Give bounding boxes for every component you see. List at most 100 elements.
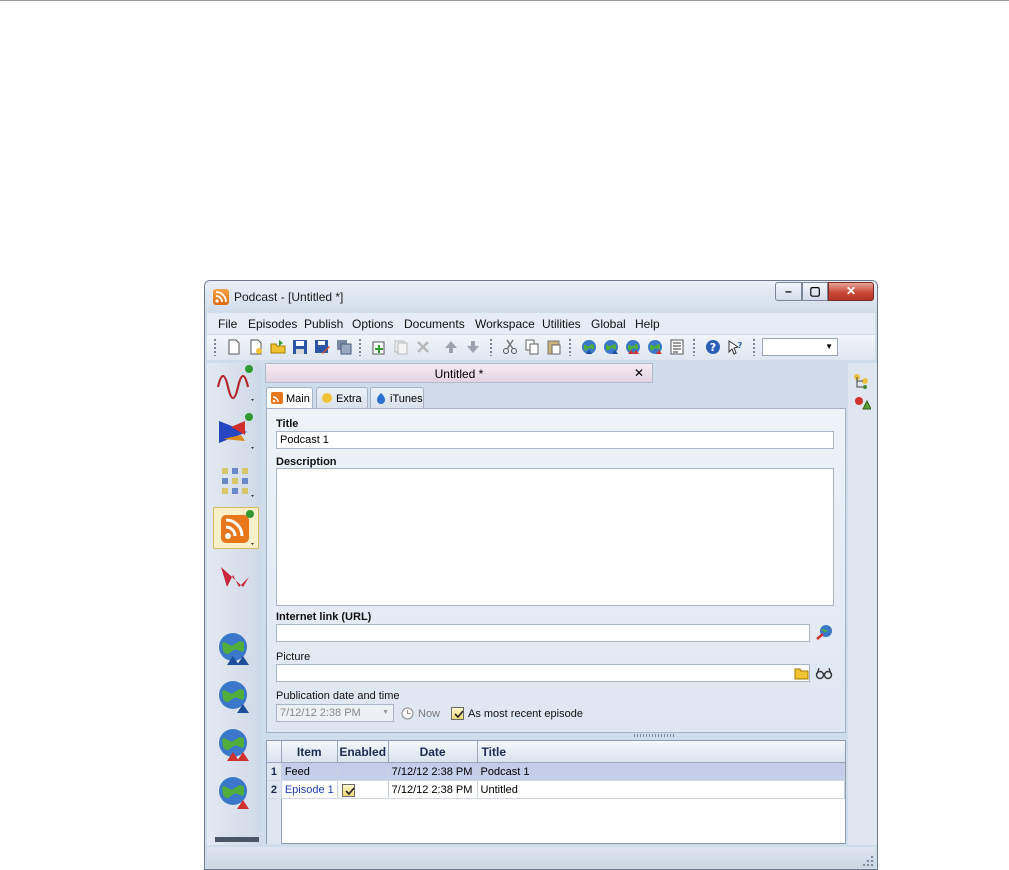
now-label[interactable]: Now xyxy=(418,708,440,720)
publish-feed-side-button[interactable] xyxy=(213,675,259,717)
table-row[interactable]: 2 Episode 1 7/12/12 2:38 PM Untitled xyxy=(267,780,846,799)
properties-button[interactable] xyxy=(669,339,685,355)
publish-all-button[interactable] xyxy=(581,339,597,355)
view-picture-button[interactable] xyxy=(815,666,833,680)
sidebar-scroll-indicator[interactable] xyxy=(215,837,259,842)
enabled-checkbox[interactable] xyxy=(341,783,355,797)
toolbar-grip[interactable] xyxy=(359,339,361,356)
add-episode-button[interactable] xyxy=(371,339,387,355)
toolbar-grip[interactable] xyxy=(753,339,755,356)
copy-button[interactable] xyxy=(524,339,540,355)
delete-button[interactable] xyxy=(415,339,431,355)
title-bar[interactable]: Podcast - [Untitled *] – ▢ ✕ xyxy=(205,281,877,311)
tab-itunes-label: iTunes xyxy=(390,393,423,405)
publish-selected-side-button[interactable] xyxy=(213,771,259,813)
pubdate-value: 7/12/12 2:38 PM xyxy=(280,707,361,719)
tree-nodes-icon xyxy=(854,374,868,389)
row-number: 2 xyxy=(267,780,282,799)
publish-changes-side-button[interactable] xyxy=(213,723,259,765)
cut-button[interactable] xyxy=(502,339,518,355)
module-audio-button[interactable] xyxy=(213,363,259,405)
itunes-icon xyxy=(375,392,387,404)
url-input[interactable] xyxy=(276,624,810,642)
cell-title[interactable]: Podcast 1 xyxy=(477,762,846,781)
close-tab-icon[interactable]: ✕ xyxy=(634,366,644,380)
add-icon xyxy=(372,341,385,355)
shapes-button[interactable] xyxy=(853,395,872,411)
tree-button[interactable] xyxy=(853,373,871,389)
paste-icon xyxy=(547,340,561,355)
shapes-icon xyxy=(855,397,872,410)
cell-item[interactable]: Episode 1 xyxy=(281,780,338,799)
tab-itunes[interactable]: iTunes xyxy=(370,387,424,409)
tab-main[interactable]: Main xyxy=(266,387,313,410)
test-link-button[interactable] xyxy=(816,624,833,641)
new-template-button[interactable] xyxy=(248,339,264,355)
publish-selected-button[interactable] xyxy=(647,339,663,355)
pubdate-picker[interactable]: 7/12/12 2:38 PM ▼ xyxy=(276,704,394,722)
folder-icon xyxy=(794,668,809,680)
cell-date[interactable]: 7/12/12 2:38 PM xyxy=(388,762,478,781)
module-batch-button[interactable] xyxy=(213,459,259,501)
toolbar-grip[interactable] xyxy=(569,339,571,356)
document-tab-title: Untitled * xyxy=(434,367,484,381)
menu-file[interactable]: File xyxy=(218,317,237,331)
open-button[interactable] xyxy=(270,339,286,355)
toolbar-grip[interactable] xyxy=(214,339,216,356)
publish-changes-button[interactable] xyxy=(625,339,641,355)
module-wavosaur-button[interactable] xyxy=(213,555,259,597)
save-all-button[interactable] xyxy=(336,339,352,355)
checkmark-icon xyxy=(345,786,355,795)
menu-episodes[interactable]: Episodes xyxy=(248,317,297,331)
cell-date[interactable]: 7/12/12 2:38 PM xyxy=(388,780,478,799)
horizontal-splitter[interactable] xyxy=(266,733,846,739)
recent-episode-checkbox[interactable] xyxy=(451,707,464,720)
menu-global[interactable]: Global xyxy=(591,317,626,331)
move-up-button[interactable] xyxy=(443,339,459,355)
cell-title[interactable]: Untitled xyxy=(477,780,846,799)
cell-item[interactable]: Feed xyxy=(281,762,338,781)
toolbar-combo[interactable]: ▼ xyxy=(762,338,838,356)
module-podcast-button[interactable] xyxy=(213,507,259,549)
picture-input[interactable] xyxy=(276,664,810,682)
save-as-button[interactable] xyxy=(314,339,330,355)
save-button[interactable] xyxy=(292,339,308,355)
resize-grip-icon[interactable] xyxy=(863,856,873,866)
col-item-header[interactable]: Item xyxy=(281,741,338,763)
document-tab[interactable]: Untitled * ✕ xyxy=(265,363,653,383)
browse-picture-button[interactable] xyxy=(794,666,809,680)
menu-options[interactable]: Options xyxy=(352,317,393,331)
menu-documents[interactable]: Documents xyxy=(404,317,465,331)
module-spectrum-button[interactable] xyxy=(213,411,259,453)
new-document-button[interactable] xyxy=(226,339,242,355)
toolbar-grip[interactable] xyxy=(693,339,695,356)
help-button[interactable]: ? xyxy=(705,339,721,355)
publish-all-side-button[interactable] xyxy=(213,627,259,669)
pubdate-label: Publication date and time xyxy=(276,690,400,702)
move-down-button[interactable] xyxy=(465,339,481,355)
menu-help[interactable]: Help xyxy=(635,317,660,331)
tab-extra[interactable]: Extra xyxy=(316,387,368,409)
col-date-header[interactable]: Date xyxy=(388,741,478,763)
menu-utilities[interactable]: Utilities xyxy=(542,317,581,331)
description-textarea[interactable] xyxy=(276,468,834,606)
menu-publish[interactable]: Publish xyxy=(304,317,343,331)
grid-header-row: Item Enabled Date Title xyxy=(267,741,845,763)
close-button[interactable]: ✕ xyxy=(828,282,874,301)
table-row[interactable]: 1 Feed 7/12/12 2:38 PM Podcast 1 xyxy=(267,762,846,781)
cell-enabled[interactable] xyxy=(337,762,389,781)
description-label: Description xyxy=(276,456,337,468)
menu-workspace[interactable]: Workspace xyxy=(475,317,535,331)
context-help-button[interactable]: ? xyxy=(727,339,743,355)
duplicate-button[interactable] xyxy=(393,339,409,355)
col-title-header[interactable]: Title xyxy=(477,741,845,763)
cell-enabled[interactable] xyxy=(337,780,389,799)
now-button-icon[interactable] xyxy=(401,707,414,720)
minimize-button[interactable]: – xyxy=(775,282,802,301)
publish-feed-button[interactable] xyxy=(603,339,619,355)
maximize-button[interactable]: ▢ xyxy=(802,282,828,301)
toolbar-grip[interactable] xyxy=(490,339,492,356)
col-enabled-header[interactable]: Enabled xyxy=(337,741,389,763)
paste-button[interactable] xyxy=(546,339,562,355)
title-input[interactable]: Podcast 1 xyxy=(276,431,834,449)
